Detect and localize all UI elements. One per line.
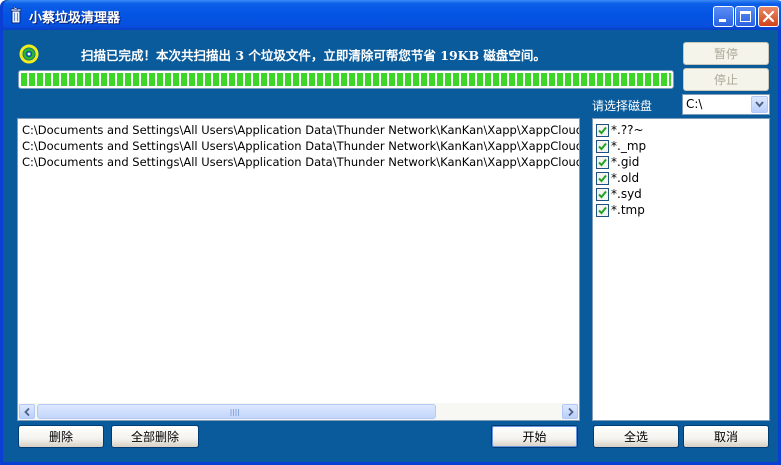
scroll-right-button[interactable] (562, 404, 578, 419)
stop-button[interactable]: 停止 (683, 68, 769, 91)
extension-item[interactable]: *.tmp (596, 202, 645, 218)
drive-select-label: 请选择磁盘 (592, 99, 653, 113)
junk-file-list[interactable]: C:\Documents and Settings\All Users\Appl… (17, 118, 580, 421)
file-list-item[interactable]: C:\Documents and Settings\All Users\Appl… (22, 122, 579, 138)
scroll-left-button[interactable] (19, 404, 35, 419)
extension-item[interactable]: *.gid (596, 154, 639, 170)
extension-label: *.gid (611, 155, 640, 169)
close-icon (762, 10, 775, 23)
extension-label: *.old (611, 171, 640, 185)
grip-icon (230, 409, 239, 416)
file-extension-list: *.??~ *._mp *.gid *.old *.syd *.tmp (592, 118, 770, 421)
title-bar[interactable]: 小蔡垃圾清理器 (3, 0, 781, 30)
scan-progress-fill (21, 73, 671, 86)
maximize-button[interactable] (735, 6, 756, 27)
delete-button[interactable]: 删除 (18, 425, 104, 448)
window-title: 小蔡垃圾清理器 (29, 11, 121, 26)
drive-select[interactable]: C:\ (682, 94, 770, 115)
minimize-button[interactable] (713, 6, 734, 27)
select-all-button[interactable]: 全选 (593, 425, 679, 448)
extension-checkbox[interactable] (596, 203, 609, 217)
extension-checkbox[interactable] (596, 171, 609, 185)
pause-button[interactable]: 暂停 (683, 42, 769, 65)
file-list-item[interactable]: C:\Documents and Settings\All Users\Appl… (22, 154, 579, 170)
extension-label: *._mp (611, 139, 647, 153)
minimize-icon (719, 19, 726, 22)
cancel-button[interactable]: 取消 (683, 425, 769, 448)
chevron-down-icon (755, 101, 764, 108)
extension-item[interactable]: *.old (596, 170, 639, 186)
drive-select-value: C:\ (686, 97, 703, 111)
file-list-item[interactable]: C:\Documents and Settings\All Users\Appl… (22, 138, 579, 154)
scroll-thumb[interactable] (37, 404, 436, 419)
horizontal-scrollbar[interactable] (18, 403, 579, 420)
maximize-icon (740, 11, 751, 22)
extension-label: *.tmp (611, 203, 645, 217)
scan-progress-bar (18, 70, 674, 89)
extension-checkbox[interactable] (596, 187, 609, 201)
scan-status-message: 扫描已完成！本次共扫描出 3 个垃圾文件，立即清除可帮您节省 19KB 磁盘空间… (81, 48, 546, 63)
checkmark-icon (598, 158, 607, 166)
trash-can-icon (8, 6, 24, 24)
extension-item[interactable]: *.??~ (596, 122, 644, 138)
start-button[interactable]: 开始 (491, 425, 578, 448)
checkmark-icon (598, 126, 607, 134)
arrow-right-icon (568, 408, 574, 416)
checkmark-icon (598, 190, 607, 198)
extension-checkbox[interactable] (596, 155, 609, 169)
app-window: 小蔡垃圾清理器 扫描已完成！本次共扫描出 3 个垃圾文件，立即清除可帮您节省 1… (0, 0, 781, 465)
extension-item[interactable]: *.syd (596, 186, 642, 202)
dropdown-button[interactable] (751, 96, 768, 113)
delete-all-button[interactable]: 全部删除 (111, 425, 199, 448)
arrow-left-icon (24, 408, 30, 416)
extension-checkbox[interactable] (596, 139, 609, 153)
checkmark-icon (598, 206, 607, 214)
checkmark-icon (598, 174, 607, 182)
extension-label: *.??~ (611, 123, 644, 137)
extension-item[interactable]: *._mp (596, 138, 646, 154)
checkmark-icon (598, 142, 607, 150)
ring-icon (18, 43, 40, 65)
close-button[interactable] (758, 6, 779, 27)
extension-checkbox[interactable] (596, 123, 609, 137)
file-rows: C:\Documents and Settings\All Users\Appl… (22, 122, 579, 170)
extension-label: *.syd (611, 187, 642, 201)
